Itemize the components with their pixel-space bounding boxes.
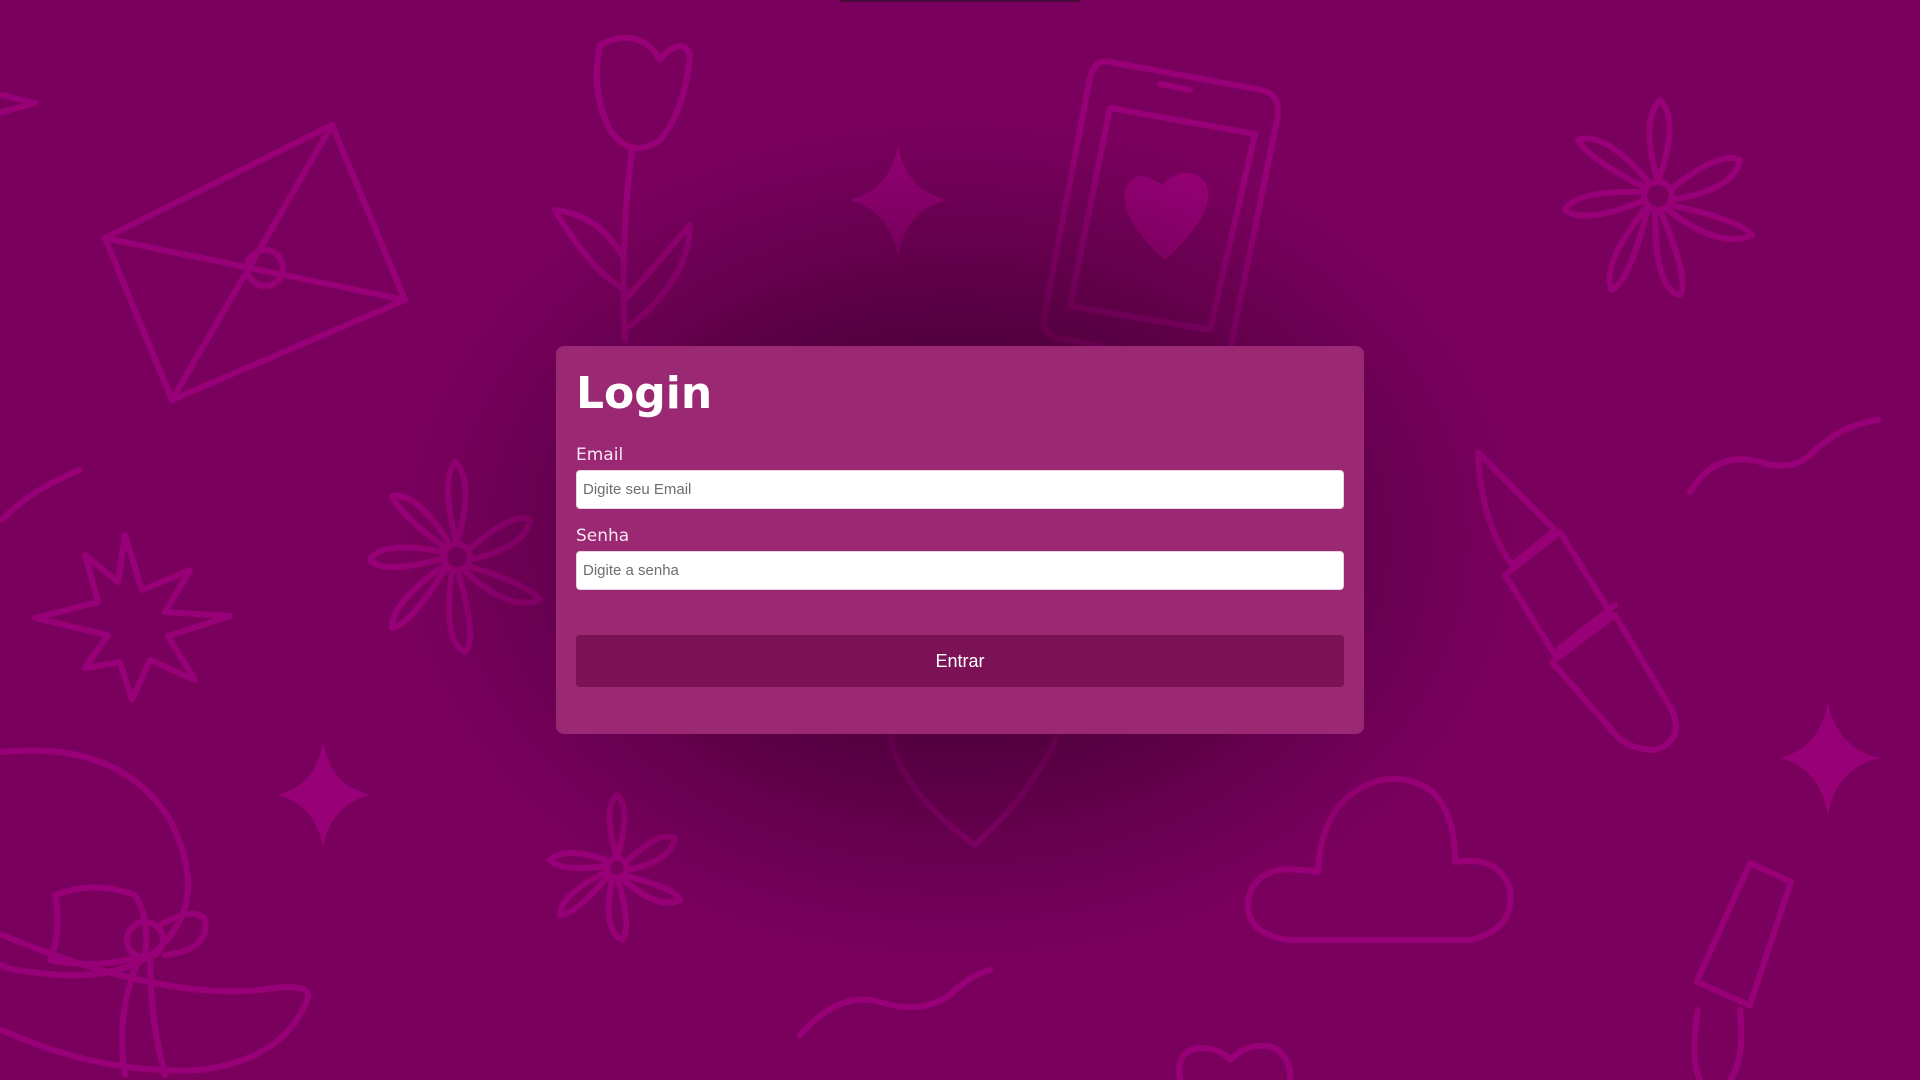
login-title: Login (576, 368, 713, 419)
email-field[interactable] (576, 470, 1344, 509)
password-label: Senha (576, 526, 630, 546)
email-label: Email (576, 445, 624, 465)
login-card: Login Email Senha Entrar (556, 346, 1364, 734)
top-scroll-indicator (840, 0, 1080, 2)
submit-button[interactable]: Entrar (576, 635, 1344, 687)
password-field[interactable] (576, 551, 1344, 590)
